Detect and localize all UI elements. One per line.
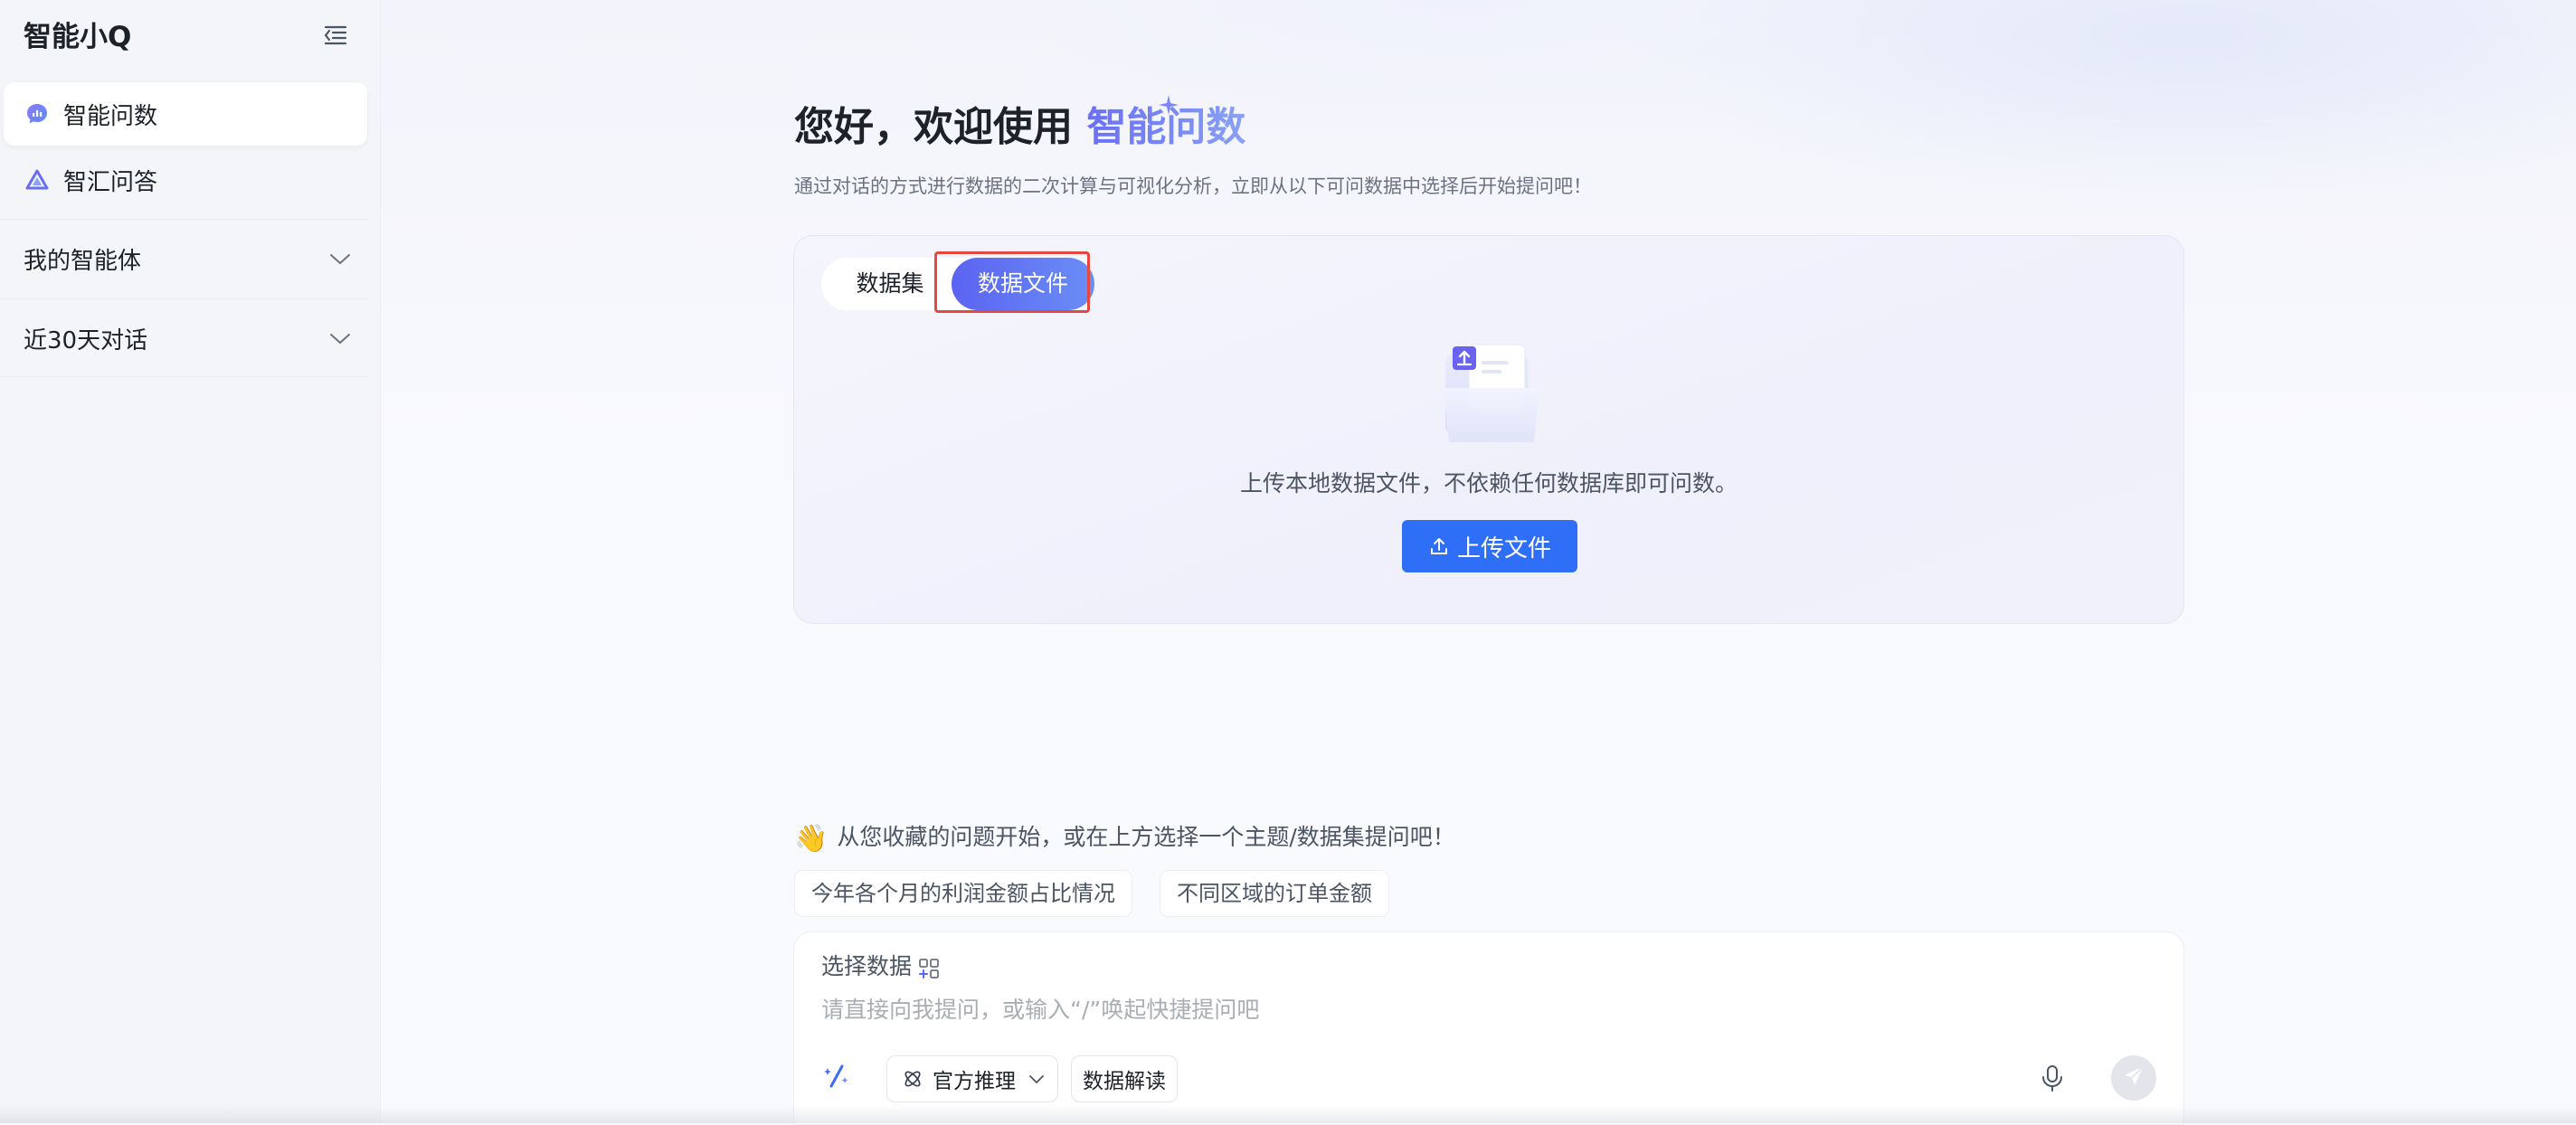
composer: 选择数据 官方推理 数据解读 bbox=[793, 931, 2184, 1125]
send-icon bbox=[2121, 1064, 2146, 1092]
suggestion-chip[interactable]: 不同区域的订单金额 bbox=[1160, 870, 1389, 917]
section-recent-conversations[interactable]: 近30天对话 bbox=[0, 298, 369, 377]
upload-file-button[interactable]: 上传文件 bbox=[1402, 520, 1577, 572]
sidebar-item-smart-qa[interactable]: 智汇问答 bbox=[4, 148, 367, 212]
suggestion-hint: 👋 从您收藏的问题开始，或在上方选择一个主题/数据集提问吧！ bbox=[794, 818, 1455, 857]
atom-icon bbox=[902, 1068, 923, 1090]
upload-description: 上传本地数据文件，不依赖任何数据库即可问数。 bbox=[1239, 470, 1738, 496]
section-my-agents[interactable]: 我的智能体 bbox=[0, 219, 369, 298]
section-label: 近30天对话 bbox=[24, 326, 148, 355]
triangle-logo-icon bbox=[24, 166, 51, 194]
sidebar-item-label: 智汇问答 bbox=[63, 168, 158, 196]
select-data-button[interactable]: 选择数据 bbox=[821, 949, 941, 985]
wave-emoji: 👋 bbox=[794, 823, 829, 855]
select-data-label: 选择数据 bbox=[821, 953, 913, 979]
chat-data-icon bbox=[24, 100, 51, 128]
model-label: 官方推理 bbox=[933, 1070, 1016, 1093]
page-subtitle: 通过对话的方式进行数据的二次计算与可视化分析，立即从以下可问数据中选择后开始提问… bbox=[794, 175, 1592, 197]
upload-icon bbox=[1428, 535, 1450, 557]
send-button[interactable] bbox=[2111, 1055, 2156, 1101]
tab-data-file[interactable]: 数据文件 bbox=[952, 258, 1094, 310]
sidebar: 智能小Q 智能问数 智汇问答 我的智能体 近30天对话 bbox=[0, 0, 381, 1123]
model-select[interactable]: 官方推理 bbox=[886, 1055, 1058, 1102]
folder-upload-icon bbox=[1433, 336, 1550, 453]
upload-button-label: 上传文件 bbox=[1456, 534, 1551, 562]
app-title: 智能小Q bbox=[24, 21, 132, 53]
tab-group: 数据集 数据文件 bbox=[821, 258, 1094, 310]
sparkle-icon bbox=[1158, 94, 1179, 116]
grid-add-icon bbox=[917, 955, 941, 978]
suggestion-chip[interactable]: 今年各个月的利润金额占比情况 bbox=[794, 870, 1132, 917]
tab-dataset[interactable]: 数据集 bbox=[827, 258, 953, 310]
chevron-down-icon bbox=[327, 326, 353, 351]
sidebar-item-label: 智能问数 bbox=[63, 102, 158, 130]
data-source-panel: 数据集 数据文件 上传本地数据文件，不依赖任何数据库即可问数。 上传文件 bbox=[793, 235, 2184, 624]
divider bbox=[0, 376, 369, 377]
greeting-prefix: 您好，欢迎使用 bbox=[794, 104, 1073, 150]
collapse-sidebar-icon[interactable] bbox=[322, 22, 349, 49]
sidebar-item-smart-query[interactable]: 智能问数 bbox=[4, 82, 367, 146]
data-interpretation-button[interactable]: 数据解读 bbox=[1071, 1055, 1178, 1102]
chevron-down-icon bbox=[327, 246, 353, 271]
chevron-down-icon bbox=[1027, 1069, 1046, 1089]
microphone-icon[interactable] bbox=[2037, 1063, 2068, 1093]
section-label: 我的智能体 bbox=[24, 247, 142, 275]
magic-wand-icon[interactable] bbox=[821, 1061, 852, 1092]
hint-text: 从您收藏的问题开始，或在上方选择一个主题/数据集提问吧！ bbox=[837, 824, 1455, 850]
prompt-input[interactable] bbox=[821, 990, 2088, 1028]
